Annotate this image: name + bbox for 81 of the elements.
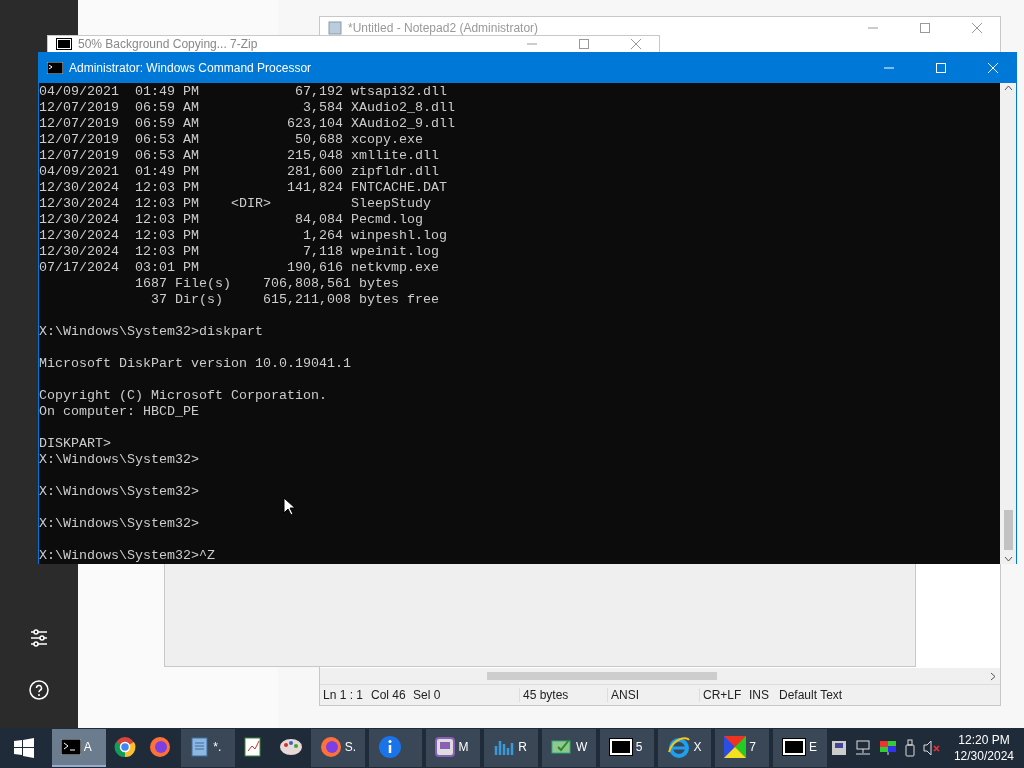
- taskbar-button[interactable]: W: [541, 729, 596, 767]
- console-line: On computer: HBCD_PE: [39, 404, 199, 420]
- scroll-up-icon[interactable]: [1003, 85, 1013, 91]
- status-text: 45 bytes: [520, 688, 608, 702]
- status-text: CR+LF: [702, 688, 743, 702]
- console-line: 37 Dir(s) 615,211,008 bytes free: [149, 292, 439, 308]
- console-line: 12/30/2024 12:03 PM 1,264 winpeshl.log: [39, 228, 447, 244]
- browser-icon: [113, 736, 136, 758]
- status-text: Ln 1 : 1: [322, 688, 365, 702]
- window-title: 50% Background Copying... 7-Zip: [78, 37, 259, 51]
- status-text: Col 46: [370, 688, 407, 702]
- taskbar-button[interactable]: S.: [310, 729, 365, 767]
- taskbar-button[interactable]: R: [484, 729, 538, 767]
- console-line: 12/07/2019 06:53 AM 50,688 xcopy.exe: [39, 132, 423, 148]
- console-line: 12/07/2019 06:59 AM 623,104 XAudio2_9.dll: [39, 116, 455, 132]
- help-icon[interactable]: [29, 680, 49, 700]
- maximize-icon: [920, 23, 930, 33]
- console-line: 12/07/2019 06:59 AM 3,584 XAudio2_8.dll: [39, 100, 455, 116]
- window-title: *Untitled - Notepad2 (Administrator): [348, 21, 540, 35]
- close-icon: [631, 39, 641, 49]
- maximize-icon: [936, 63, 946, 73]
- console-line: 12/30/2024 12:03 PM 84,084 Pecmd.log: [39, 212, 423, 228]
- close-icon: [972, 23, 982, 33]
- console-line: 1687 File(s) 706,808,561 bytes: [133, 276, 399, 292]
- status-text: ANSI: [608, 688, 700, 702]
- horizontal-scrollbar[interactable]: [320, 668, 1000, 684]
- display-icon[interactable]: [878, 740, 897, 756]
- info-icon: [377, 735, 402, 759]
- sliders-icon[interactable]: [29, 628, 49, 648]
- scroll-thumb[interactable]: [487, 672, 717, 680]
- console-line: X:\Windows\System32>^Z: [39, 548, 215, 564]
- console-line: 04/09/2021 01:49 PM 281,600 zipfldr.dll: [39, 164, 439, 180]
- terminal-icon: [47, 62, 63, 74]
- taskbar-button[interactable]: X: [657, 729, 712, 767]
- notepad-icon: [243, 737, 264, 757]
- fox-icon: [149, 736, 172, 758]
- console-line: X:\Windows\System32>: [39, 484, 199, 500]
- console-line: X:\Windows\System32>: [39, 516, 199, 532]
- vertical-scrollbar[interactable]: [1000, 83, 1016, 564]
- status-text: Sel 0: [410, 688, 520, 702]
- taskbar-button[interactable]: *.: [181, 729, 236, 767]
- console-line: 04/09/2021 01:49 PM 67,192 wtsapi32.dll: [39, 84, 447, 100]
- windows-logo-icon: [13, 738, 34, 758]
- maximize-icon: [579, 39, 589, 49]
- clock[interactable]: 12:20 PM 12/30/2024: [947, 732, 1020, 764]
- console-line: X:\Windows\System32>diskpart: [39, 324, 263, 340]
- archive-icon: [608, 738, 633, 756]
- taskbar-button[interactable]: A: [51, 729, 106, 767]
- notepad-icon: [190, 737, 211, 757]
- status-text: Default Text: [778, 688, 844, 702]
- scroll-down-icon[interactable]: [1003, 556, 1013, 562]
- globe-e-icon: [666, 736, 691, 758]
- window-title: Administrator: Windows Command Processor: [69, 61, 313, 75]
- console-line: Copyright (C) Microsoft Corporation.: [39, 388, 327, 404]
- terminal-icon: [60, 739, 81, 755]
- scroll-right-icon[interactable]: [990, 671, 996, 681]
- console-line: X:\Windows\System32>: [39, 452, 199, 468]
- usb-icon[interactable]: [903, 739, 916, 757]
- console-line: 12/30/2024 12:03 PM 141,824 FNTCACHE.DAT: [39, 180, 447, 196]
- console-line: 12/30/2024 12:03 PM 7,118 wpeinit.log: [39, 244, 439, 260]
- console-line: Microsoft DiskPart version 10.0.19041.1: [39, 356, 351, 372]
- status-text: INS: [748, 688, 770, 702]
- monitor-icon: [550, 737, 573, 757]
- taskbar-button[interactable]: E: [773, 729, 827, 767]
- console-line: DISKPART>: [39, 436, 111, 452]
- console-line: 12/30/2024 12:03 PM <DIR> SleepStudy: [39, 196, 431, 212]
- taskbar-button[interactable]: 7: [715, 729, 770, 767]
- network-icon[interactable]: [853, 740, 872, 756]
- muted-speaker-icon[interactable]: [922, 740, 941, 756]
- notepad-icon: [328, 21, 342, 35]
- color-square-icon: [724, 736, 747, 758]
- fox-icon: [319, 736, 342, 758]
- palette-icon: [278, 737, 303, 757]
- console-line: 07/17/2024 03:01 PM 190,616 netkvmp.exe: [39, 260, 439, 276]
- taskbar-button[interactable]: M: [426, 729, 481, 767]
- close-icon: [988, 63, 998, 73]
- mouse-cursor-icon: [283, 497, 295, 516]
- scroll-thumb[interactable]: [1003, 510, 1013, 550]
- console-line: 12/07/2019 06:53 AM 215,048 xmllite.dll: [39, 148, 439, 164]
- taskbar-button[interactable]: 5: [599, 729, 654, 767]
- archive-icon: [782, 738, 807, 756]
